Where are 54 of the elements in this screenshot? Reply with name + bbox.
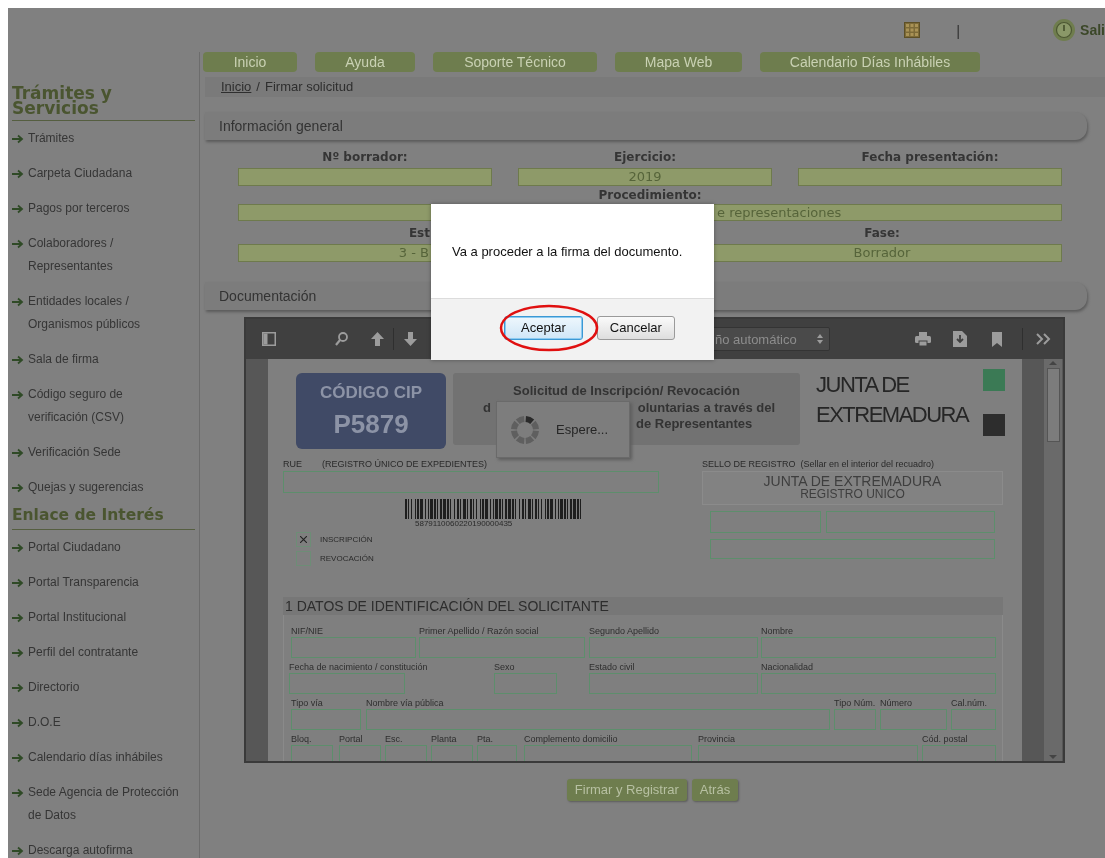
section-header: 1 DATOS DE IDENTIFICACIÓN DEL SOLICITANTE bbox=[283, 597, 1003, 615]
field-label: Tipo vía bbox=[291, 697, 323, 709]
breadcrumb-current: Firmar solicitud bbox=[265, 78, 354, 96]
field-label: Cal.núm. bbox=[951, 697, 987, 709]
field-label: Fecha de nacimiento / constitución bbox=[289, 661, 428, 673]
title-text: d bbox=[483, 399, 491, 416]
field-label: Segundo Apellido bbox=[589, 625, 660, 637]
field-label: Nombre vía pública bbox=[366, 697, 444, 709]
field-label: Nacionalidad bbox=[761, 661, 814, 673]
field-label: Provincia bbox=[698, 733, 735, 745]
field-label: Tipo Núm. bbox=[834, 697, 876, 709]
field-label: Esc. bbox=[385, 733, 403, 745]
cip-code: P5879 bbox=[333, 408, 409, 440]
field-label: Nº borrador: bbox=[321, 150, 409, 164]
sidebar-heading: Trámites y Servicios bbox=[12, 86, 195, 121]
section-header: Información general bbox=[205, 112, 1087, 140]
field-label: Procedimiento: bbox=[597, 188, 703, 202]
rue-label: RUE bbox=[283, 459, 302, 469]
field-label: Sexo bbox=[494, 661, 515, 673]
field-label: Ejercicio: bbox=[613, 150, 677, 164]
logo-text: EXTREMADURA bbox=[816, 401, 969, 429]
field-label: Portal bbox=[339, 733, 363, 745]
field-label: Fecha presentación: bbox=[860, 150, 1000, 164]
stamp-text: JUNTA DE EXTREMADURA bbox=[763, 475, 942, 488]
field-label: Primer Apellido / Razón social bbox=[419, 625, 539, 637]
field-label: NIF/NIE bbox=[291, 625, 323, 637]
field-label: Fase: bbox=[863, 226, 901, 240]
sidebar-heading: Enlace de Interés bbox=[12, 505, 195, 530]
field-label: Bloq. bbox=[291, 733, 312, 745]
title-text: oluntarias a través del bbox=[637, 399, 775, 416]
title-text: de Representantes bbox=[636, 416, 753, 433]
seal-note: (Sellar en el interior del recuadro) bbox=[800, 459, 935, 469]
field-label: Planta bbox=[431, 733, 457, 745]
checkbox-label: INSCRIPCIÓN bbox=[320, 535, 373, 544]
field-label: Pta. bbox=[477, 733, 493, 745]
field-label: Nombre bbox=[761, 625, 793, 637]
stamp-text: REGISTRO UNICO bbox=[800, 488, 905, 501]
read-only-field: 2019 bbox=[518, 168, 772, 186]
field-label: Número bbox=[880, 697, 912, 709]
rue-caption: (REGISTRO ÚNICO DE EXPEDIENTES) bbox=[322, 459, 488, 469]
field-label: Complemento domicilio bbox=[524, 733, 618, 745]
dialog-message: Va a proceder a la firma del documento. bbox=[451, 242, 684, 261]
field-label: Estado civil bbox=[589, 661, 635, 673]
loading-text: Espere... bbox=[556, 422, 609, 437]
cip-label: CÓDIGO CIP bbox=[320, 382, 422, 403]
barcode-number: 5879110060220190000435 bbox=[415, 519, 514, 528]
logo-text: JUNTA DE bbox=[816, 371, 911, 399]
field-label: Est bbox=[407, 226, 431, 240]
header-separator: | bbox=[956, 21, 961, 39]
seal-label: SELLO DE REGISTRO bbox=[702, 459, 796, 469]
breadcrumb-separator: / bbox=[256, 78, 260, 96]
field-label: Cód. postal bbox=[922, 733, 968, 745]
title-text: Solicitud de Inscripción/ Revocación bbox=[513, 383, 740, 400]
checkbox-label: REVOCACIÓN bbox=[320, 554, 374, 563]
